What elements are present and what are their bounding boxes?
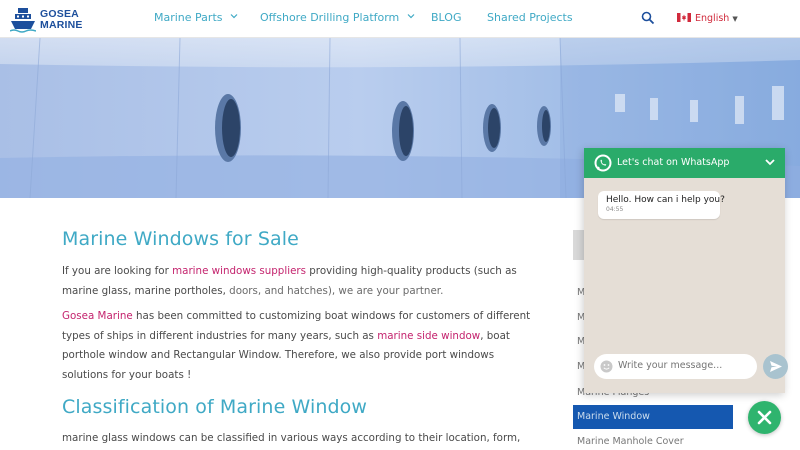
marine-side-window-link[interactable]: marine side window — [377, 330, 480, 342]
whatsapp-icon — [594, 154, 612, 172]
site-logo[interactable]: GOSEA MARINE — [10, 6, 83, 34]
send-icon — [770, 361, 782, 372]
nav-offshore-drilling-platform[interactable]: Offshore Drilling Platform — [260, 11, 415, 24]
whatsapp-close-button[interactable] — [748, 401, 781, 434]
nav-shared-projects[interactable]: Shared Projects — [487, 11, 573, 24]
text: doors, and hatches), we are your partner… — [229, 284, 444, 297]
site-header: GOSEA MARINE Marine Parts Offshore Drill… — [0, 0, 800, 38]
caret-down-icon: ▼ — [732, 15, 738, 23]
chat-message-bubble: Hello. How can i help you? 04:55 — [598, 191, 725, 219]
ship-logo-icon — [10, 8, 36, 33]
canada-flag-icon — [677, 13, 691, 22]
classification-paragraph: marine glass windows can be classified i… — [62, 432, 521, 444]
sidebar-item-marine-manhole-cover[interactable]: Marine Manhole Cover — [573, 430, 733, 450]
text: If you are looking for — [62, 265, 173, 277]
chat-message-input[interactable] — [618, 360, 748, 371]
close-icon — [757, 410, 772, 425]
send-button[interactable] — [763, 354, 788, 379]
chevron-down-icon[interactable] — [764, 156, 776, 168]
nav-label: BLOG — [431, 11, 462, 24]
main-content: Marine Windows for Sale If you are looki… — [62, 228, 542, 450]
logo-text: GOSEA MARINE — [40, 9, 83, 31]
intro-paragraph: If you are looking for marine windows su… — [62, 262, 542, 301]
nav-label: Marine Parts — [154, 11, 223, 24]
chevron-down-icon — [230, 14, 238, 19]
nav-label: Offshore Drilling Platform — [260, 11, 400, 24]
company-paragraph: Gosea Marine has been committed to custo… — [62, 307, 542, 385]
chat-message-time: 04:55 — [606, 206, 624, 213]
sidebar-item-marine-window[interactable]: Marine Window — [573, 405, 733, 429]
nav-marine-parts[interactable]: Marine Parts — [154, 11, 238, 24]
nav-label: Shared Projects — [487, 11, 573, 24]
language-label: English — [695, 13, 730, 24]
language-selector[interactable]: English ▼ — [677, 13, 738, 24]
gosea-marine-link[interactable]: Gosea Marine — [62, 310, 133, 322]
search-icon[interactable] — [641, 11, 655, 25]
marine-windows-suppliers-link[interactable]: marine windows suppliers — [172, 265, 306, 277]
section-heading: Classification of Marine Window — [62, 396, 368, 418]
logo-line-2: MARINE — [40, 19, 83, 31]
chevron-down-icon — [407, 14, 415, 19]
emoji-icon[interactable] — [600, 360, 613, 373]
whatsapp-header[interactable]: Let's chat on WhatsApp — [584, 148, 785, 178]
page-title: Marine Windows for Sale — [62, 228, 299, 250]
whatsapp-chat-widget: Let's chat on WhatsApp Hello. How can i … — [584, 148, 788, 393]
whatsapp-title: Let's chat on WhatsApp — [617, 157, 730, 168]
chat-message-text: Hello. How can i help you? — [606, 195, 725, 205]
chat-input-container — [594, 354, 757, 379]
nav-blog[interactable]: BLOG — [431, 11, 461, 24]
